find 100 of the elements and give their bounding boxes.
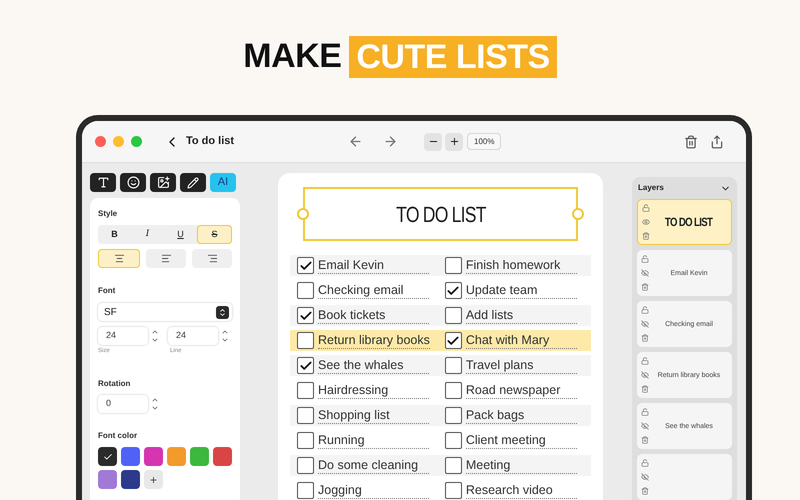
list-row[interactable]: Book tickets Add lists xyxy=(290,305,591,326)
plus-icon xyxy=(448,136,460,147)
redo-arrow-icon[interactable] xyxy=(383,134,398,149)
text-style-button[interactable]: B xyxy=(98,225,131,244)
tool-button[interactable] xyxy=(120,173,146,192)
lock-icon[interactable] xyxy=(641,459,649,467)
list-row[interactable]: Return library books Chat with Mary xyxy=(290,330,591,351)
color-swatch[interactable] xyxy=(121,470,140,489)
checkbox[interactable] xyxy=(444,382,462,399)
text-style-button[interactable]: U xyxy=(164,225,197,244)
close-window-button[interactable] xyxy=(95,136,106,147)
task-label: Update team xyxy=(466,282,577,299)
checkbox[interactable] xyxy=(444,257,462,274)
tool-button[interactable] xyxy=(150,173,176,192)
zoom-out-button[interactable] xyxy=(424,132,442,150)
lock-icon[interactable] xyxy=(641,306,649,314)
list-row[interactable]: Email Kevin Finish homework xyxy=(290,255,591,276)
checkbox[interactable] xyxy=(444,432,462,449)
checkbox[interactable] xyxy=(297,382,314,399)
checkbox[interactable] xyxy=(444,407,462,424)
checkbox[interactable] xyxy=(297,332,314,349)
zoom-in-button[interactable] xyxy=(445,132,463,150)
lock-icon[interactable] xyxy=(641,357,649,365)
checkbox[interactable] xyxy=(444,332,462,349)
layer-card[interactable]: TO DO LIST xyxy=(637,199,732,245)
lock-icon[interactable] xyxy=(641,255,649,263)
checkbox[interactable] xyxy=(444,482,462,499)
text-style-button[interactable]: S xyxy=(197,225,232,244)
task-label: Travel plans xyxy=(466,357,577,374)
list-row[interactable]: See the whales Travel plans xyxy=(290,355,591,376)
task-label: Checking email xyxy=(318,282,429,299)
task-label: Email Kevin xyxy=(318,257,429,274)
line-height-field[interactable]: 24 xyxy=(168,327,218,345)
checkbox[interactable] xyxy=(297,282,314,299)
checkbox[interactable] xyxy=(297,357,314,374)
hidden-eye-icon[interactable] xyxy=(641,422,649,430)
text-tool-icon xyxy=(96,176,110,189)
rotation-field[interactable]: 0 xyxy=(98,395,148,413)
color-swatch[interactable] xyxy=(144,447,163,466)
checkbox[interactable] xyxy=(297,482,314,499)
task-label: See the whales xyxy=(318,357,429,374)
color-swatch[interactable] xyxy=(98,470,117,489)
trash-icon[interactable] xyxy=(642,232,650,240)
add-image-icon xyxy=(156,176,170,189)
text-style-button[interactable]: I xyxy=(131,225,164,244)
checkbox[interactable] xyxy=(444,357,462,374)
trash-icon[interactable] xyxy=(641,283,649,291)
trash-icon[interactable] xyxy=(641,436,649,444)
color-swatch[interactable] xyxy=(213,447,232,466)
hidden-eye-icon[interactable] xyxy=(641,371,649,379)
stepper-icon[interactable] xyxy=(221,328,229,344)
align-left-icon xyxy=(160,253,172,264)
lock-icon[interactable] xyxy=(641,408,649,416)
checkbox[interactable] xyxy=(444,457,462,474)
add-color-button[interactable]: + xyxy=(144,470,163,489)
hidden-eye-icon[interactable] xyxy=(641,473,649,481)
task-label: Pack bags xyxy=(466,407,577,424)
color-swatch[interactable] xyxy=(190,447,209,466)
hidden-eye-icon[interactable] xyxy=(641,320,649,328)
checkbox[interactable] xyxy=(444,282,462,299)
task-label: Do some cleaning xyxy=(318,457,429,474)
size-field[interactable]: 24 xyxy=(98,327,148,345)
task-label: Return library books xyxy=(318,332,430,349)
trash-icon[interactable] xyxy=(684,134,698,148)
stepper-icon[interactable] xyxy=(151,396,159,412)
resize-handle[interactable] xyxy=(572,208,584,220)
trash-icon[interactable] xyxy=(641,487,649,495)
trash-icon[interactable] xyxy=(641,385,649,393)
checkbox[interactable] xyxy=(297,407,314,424)
checkbox[interactable] xyxy=(297,432,314,449)
hidden-eye-icon[interactable] xyxy=(641,269,649,277)
eye-icon[interactable] xyxy=(642,218,650,226)
layer-label: TO DO LIST xyxy=(665,214,713,231)
task-label: Meeting xyxy=(466,457,577,474)
list-row[interactable]: Do some cleaning Meeting xyxy=(290,455,591,476)
checkbox[interactable] xyxy=(297,457,314,474)
zoom-level-field[interactable]: 100% xyxy=(467,133,502,150)
title-frame[interactable]: TO DO LIST xyxy=(303,187,578,241)
share-icon[interactable] xyxy=(710,134,724,148)
task-label: Book tickets xyxy=(318,307,429,324)
tool-button[interactable] xyxy=(180,173,206,192)
checkbox[interactable] xyxy=(444,307,462,324)
task-label: Jogging xyxy=(318,482,429,499)
color-swatch[interactable] xyxy=(167,447,186,466)
tool-button[interactable] xyxy=(90,173,116,192)
list-title: TO DO LIST xyxy=(396,200,486,228)
list-row[interactable]: Shopping list Pack bags xyxy=(290,405,591,426)
stepper-icon[interactable] xyxy=(151,328,159,344)
checkbox[interactable] xyxy=(297,257,314,274)
resize-handle[interactable] xyxy=(297,208,309,220)
color-swatch[interactable] xyxy=(98,447,117,466)
checkbox[interactable] xyxy=(297,307,314,324)
section-label: Font color xyxy=(98,430,138,442)
font-select[interactable]: SF xyxy=(98,303,232,321)
color-swatch[interactable] xyxy=(121,447,140,466)
select-stepper-icon xyxy=(216,306,229,318)
ai-tool-button[interactable]: AI xyxy=(210,173,236,192)
task-label: Add lists xyxy=(466,307,577,324)
lock-icon[interactable] xyxy=(642,204,650,212)
trash-icon[interactable] xyxy=(641,334,649,342)
